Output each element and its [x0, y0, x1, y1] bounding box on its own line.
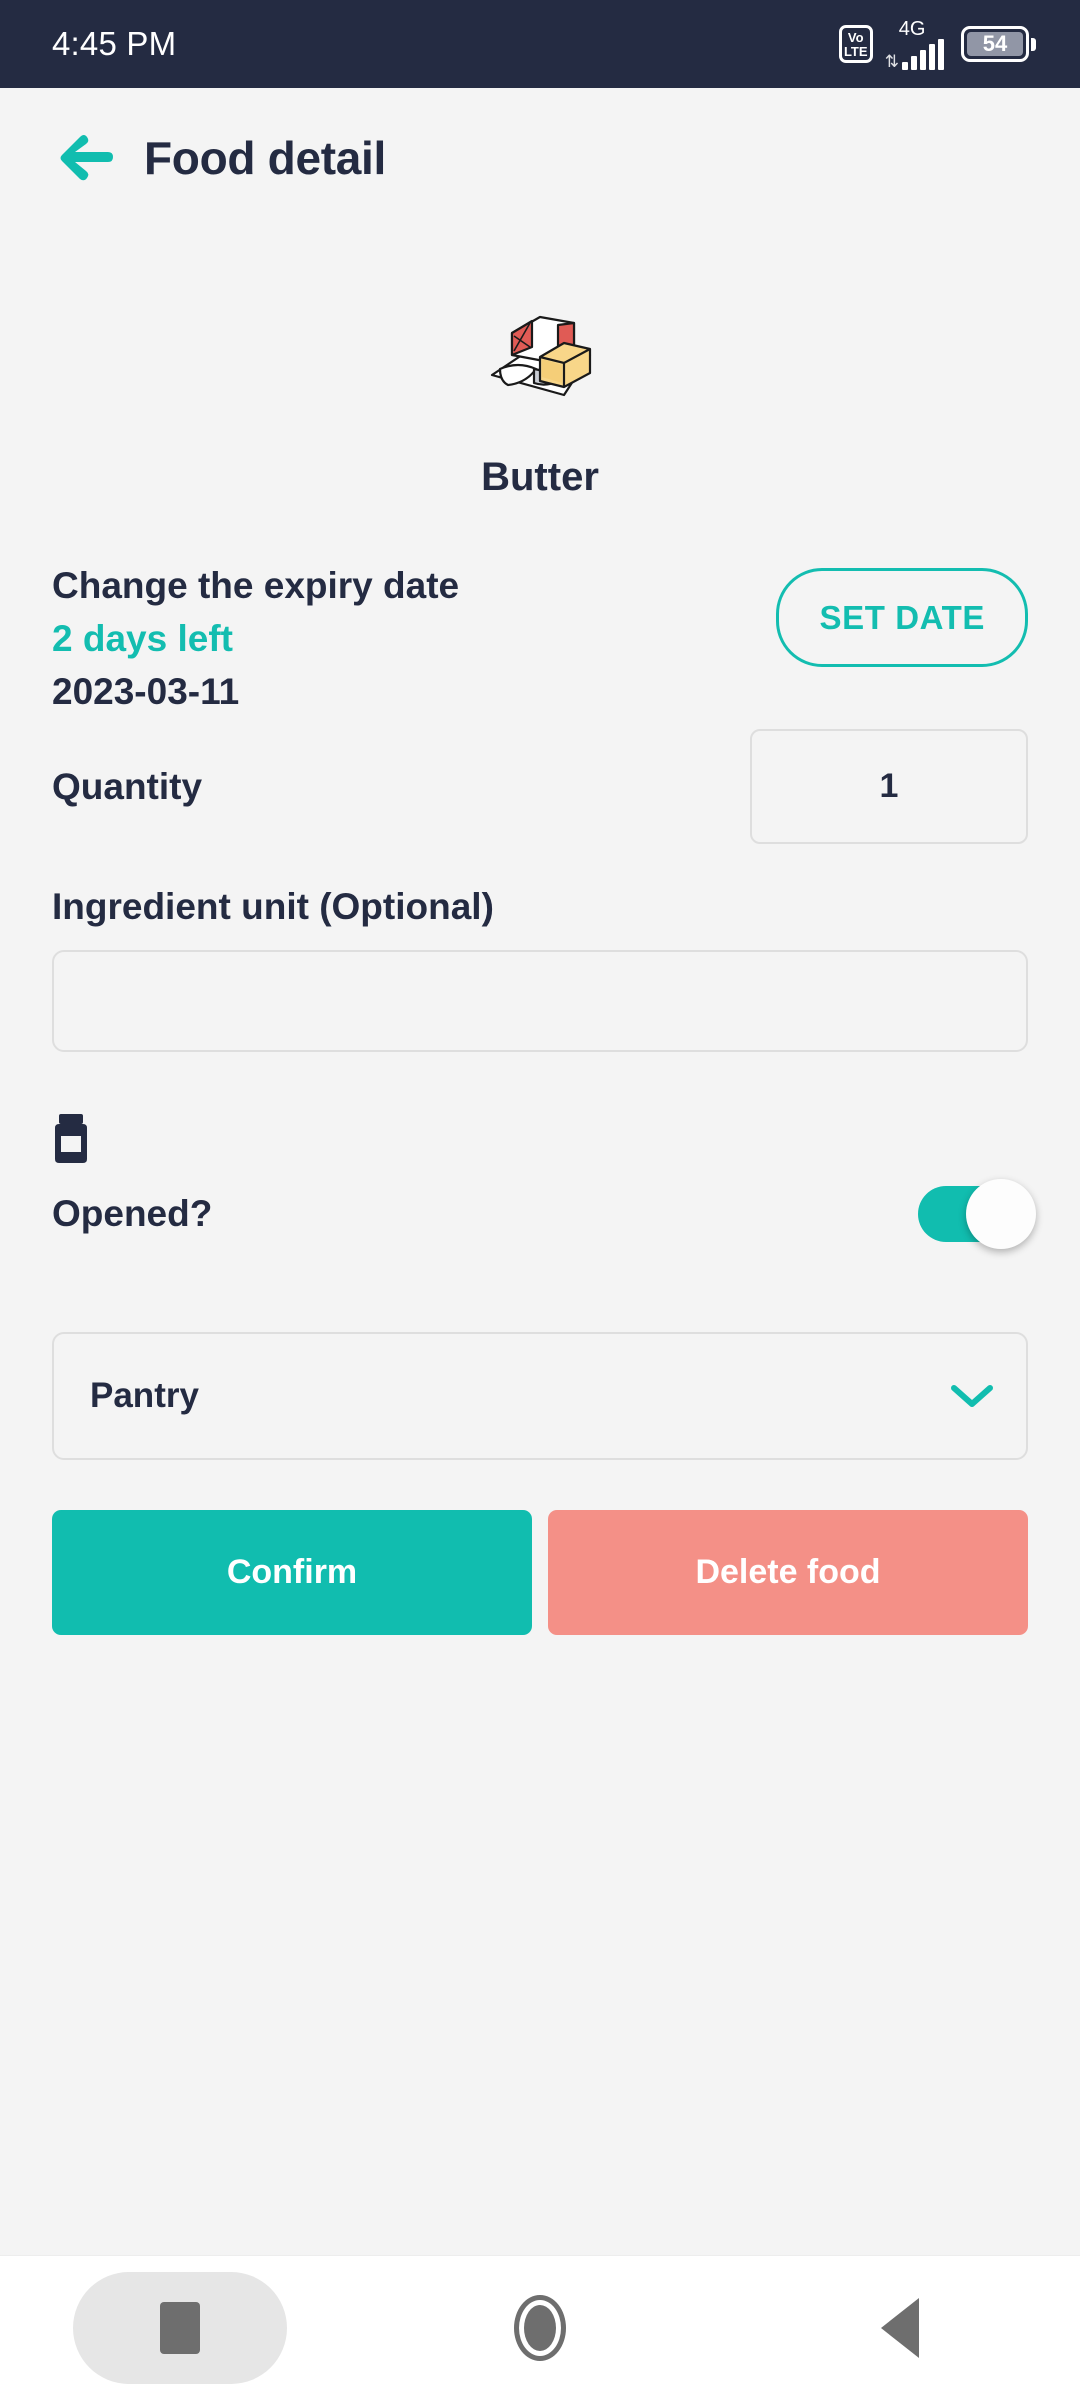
app-bar: Food detail: [0, 88, 1080, 228]
recents-button[interactable]: [73, 2272, 287, 2384]
circle-home-icon[interactable]: [514, 2295, 566, 2361]
expiry-label: Change the expiry date: [52, 565, 460, 606]
phone-screen: 4:45 PM Vo LTE 4G ⇅ 54 Food detail Butte…: [0, 0, 1080, 2400]
volte-top-label: Vo: [847, 29, 864, 45]
confirm-button[interactable]: Confirm: [52, 1510, 532, 1636]
volte-icon: Vo LTE: [838, 25, 873, 63]
chevron-down-icon: [951, 1385, 993, 1408]
volte-bottom-label: LTE: [843, 43, 868, 59]
toggle-thumb: [966, 1179, 1036, 1250]
android-nav-bar: [0, 2255, 1080, 2400]
ingredient-unit-input[interactable]: [52, 950, 1028, 1053]
butter-illustration: [490, 315, 592, 397]
status-bar: 4:45 PM Vo LTE 4G ⇅ 54: [0, 0, 1080, 88]
square-recents-icon: [160, 2302, 200, 2354]
expiry-text-group: Change the expiry date 2 days left 2023-…: [52, 562, 459, 715]
nav-back-slot[interactable]: [720, 2256, 1080, 2400]
battery-level-label: 54: [967, 31, 1023, 56]
arrow-left-icon: [60, 135, 113, 181]
battery-icon: 54: [961, 26, 1036, 62]
quantity-section: Quantity 1: [52, 729, 1028, 845]
ingredient-unit-label: Ingredient unit (Optional): [52, 886, 494, 928]
days-left-badge: 2 days left: [52, 618, 233, 660]
food-image-wrap: [52, 303, 1028, 413]
nav-recents-slot[interactable]: [0, 2256, 360, 2400]
delete-food-button[interactable]: Delete food: [548, 1510, 1028, 1636]
storage-location-value: Pantry: [90, 1376, 199, 1416]
main-content: Butter Change the expiry date 2 days lef…: [0, 303, 1080, 1636]
expiry-section: Change the expiry date 2 days left 2023-…: [52, 562, 1028, 715]
jar-icon-wrap: [52, 1114, 1028, 1164]
signal-row: ⇅: [884, 38, 944, 71]
data-transfer-icon: ⇅: [884, 51, 899, 71]
battery-cap: [1031, 37, 1036, 51]
battery-body: 54: [961, 26, 1029, 62]
action-buttons: Confirm Delete food: [52, 1510, 1028, 1636]
back-button[interactable]: [52, 125, 118, 191]
status-icons: Vo LTE 4G ⇅ 54: [838, 19, 1036, 70]
opened-toggle[interactable]: [918, 1179, 1036, 1250]
food-name: Butter: [481, 455, 599, 499]
network-type-label: 4G: [898, 17, 926, 40]
nav-home-slot[interactable]: [360, 2256, 720, 2400]
quantity-label: Quantity: [52, 765, 203, 807]
signal-bars-icon: [902, 38, 944, 70]
network-indicator: 4G ⇅: [885, 19, 944, 70]
quantity-input[interactable]: 1: [750, 729, 1028, 845]
home-icon-inner: [524, 2305, 556, 2351]
storage-location-select[interactable]: Pantry: [52, 1332, 1028, 1461]
set-date-button[interactable]: SET DATE: [776, 568, 1028, 667]
expiry-date-value: 2023-03-11: [52, 670, 240, 712]
opened-toggle-row: Opened?: [52, 1179, 1036, 1250]
jar-icon: [55, 1114, 87, 1164]
status-time: 4:45 PM: [52, 25, 177, 62]
opened-section: Opened?: [52, 1114, 1036, 1250]
triangle-back-icon[interactable]: [881, 2298, 919, 2358]
page-title: Food detail: [144, 132, 387, 184]
opened-label: Opened?: [52, 1193, 213, 1235]
